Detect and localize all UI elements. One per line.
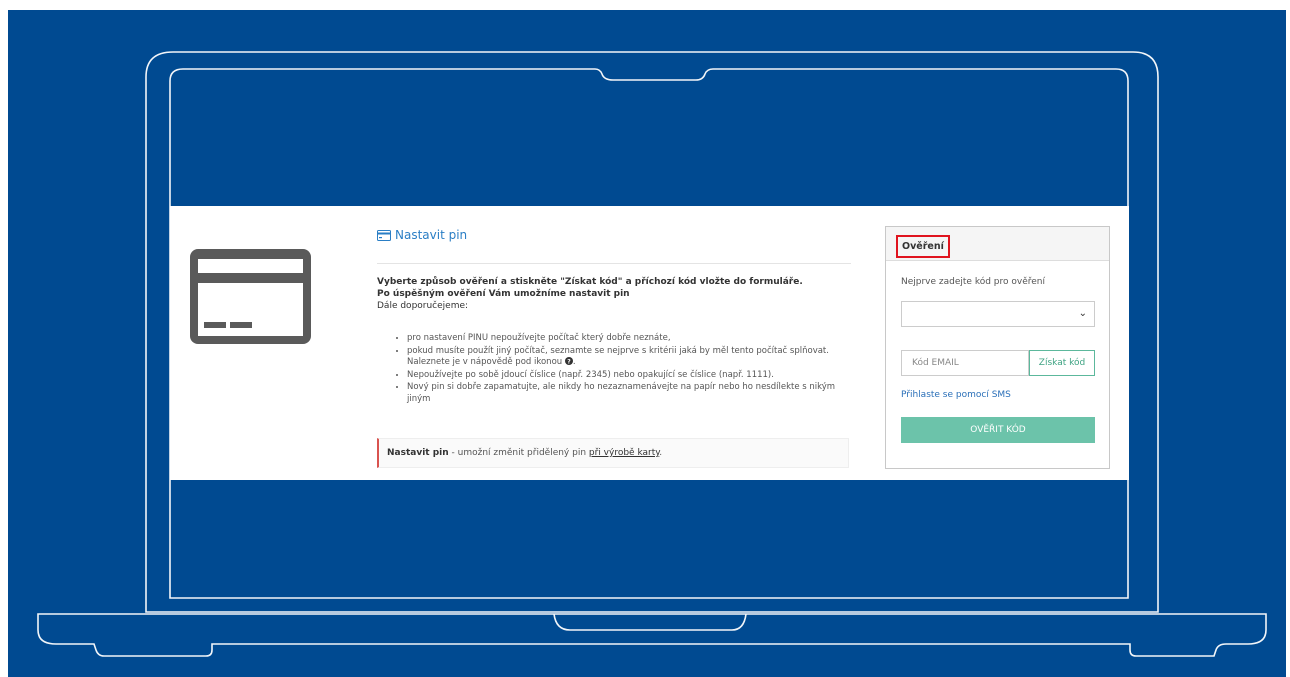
list-item: Nepoužívejte po sobě jdoucí číslice (nap… xyxy=(407,370,857,382)
verification-instruction: Nejprve zadejte kód pro ověření xyxy=(901,277,1045,287)
verification-header: Ověření xyxy=(886,227,1109,261)
question-circle-icon[interactable]: ? xyxy=(564,357,573,365)
info-note: Nastavit pin - umožní změnit přidělený p… xyxy=(377,438,849,468)
recommendations-list: pro nastavení PINU nepoužívejte počítač … xyxy=(395,333,857,406)
credit-card-icon xyxy=(190,249,311,344)
verification-title: Ověření xyxy=(896,235,950,258)
web-page-panel: Nastavit pin Vyberte způsob ověření a st… xyxy=(170,206,1129,480)
instructions: Vyberte způsob ověření a stiskněte "Získ… xyxy=(377,276,851,312)
svg-text:?: ? xyxy=(567,358,571,365)
verify-code-button[interactable]: OVĚŘIT KÓD xyxy=(901,417,1095,443)
sms-login-link[interactable]: Přihlaste se pomocí SMS xyxy=(901,390,1011,400)
note-bold: Nastavit pin xyxy=(387,448,449,458)
note-text: - umožní změnit přidělený pin xyxy=(448,448,589,458)
credit-card-icon xyxy=(377,229,391,241)
list-item: Nový pin si dobře zapamatujte, ale nikdy… xyxy=(407,382,857,405)
note-link[interactable]: při výrobě karty xyxy=(589,448,659,458)
verification-method-select[interactable]: ⌄ xyxy=(901,301,1095,327)
chevron-down-icon: ⌄ xyxy=(1078,308,1087,319)
instructions-line: Dále doporučejeme: xyxy=(377,301,469,311)
laptop-illustration-background: Nastavit pin Vyberte způsob ověření a st… xyxy=(8,10,1286,677)
email-code-input[interactable]: Kód EMAIL xyxy=(901,350,1029,376)
get-code-button[interactable]: Získat kód xyxy=(1029,350,1095,376)
set-pin-link[interactable]: Nastavit pin xyxy=(377,228,467,242)
list-item: pro nastavení PINU nepoužívejte počítač … xyxy=(407,333,857,345)
divider xyxy=(377,263,851,264)
verification-panel: Ověření Nejprve zadejte kód pro ověření … xyxy=(885,226,1110,469)
note-end: . xyxy=(659,448,663,458)
instructions-bold-2: Po úspěšným ověření Vám umožníme nastavi… xyxy=(377,289,630,299)
instructions-bold-1: Vyberte způsob ověření a stiskněte "Získ… xyxy=(377,277,803,287)
list-item: pokud musíte použít jiný počítač, seznam… xyxy=(407,346,857,369)
set-pin-link-label: Nastavit pin xyxy=(395,228,468,242)
